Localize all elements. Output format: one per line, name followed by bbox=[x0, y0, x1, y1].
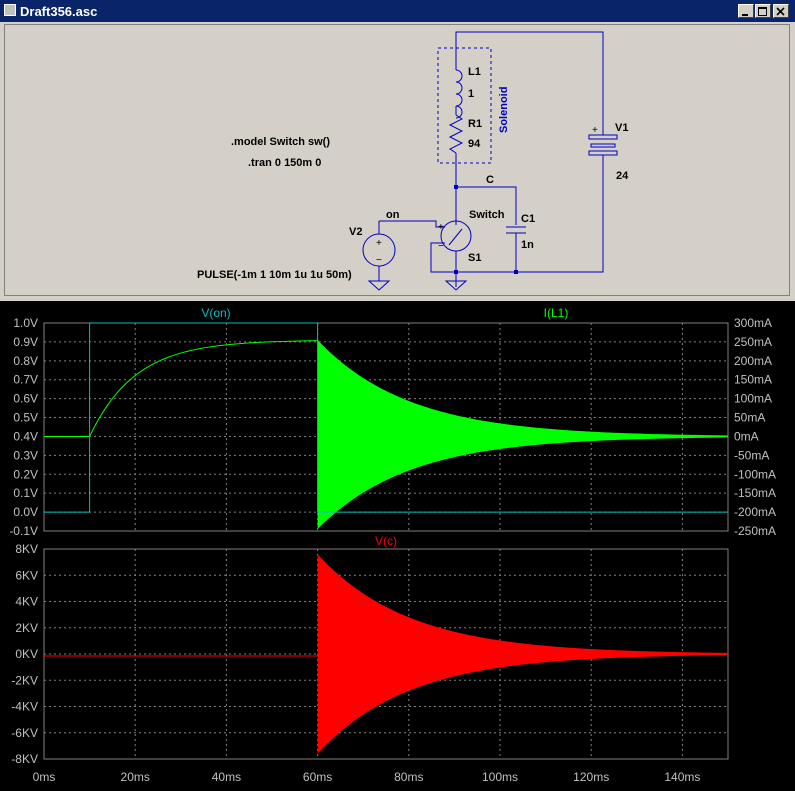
bottom-left-tick-label: -4KV bbox=[11, 700, 38, 714]
top-pane-right-axis: 300mA 250mA 200mA 150mA 100mA 50mA 0mA -50mA -10… bbox=[734, 316, 776, 538]
top-right-tick-label: -200mA bbox=[734, 505, 776, 519]
bottom-left-tick-label: 6KV bbox=[15, 568, 38, 582]
v1-value: 24 bbox=[616, 170, 629, 182]
top-left-tick-label: 0.1V bbox=[13, 486, 38, 500]
bottom-left-tick-label: 8KV bbox=[15, 542, 38, 556]
v-on-trace-label[interactable]: V(on) bbox=[201, 306, 230, 320]
top-left-tick-label: 0.9V bbox=[13, 335, 38, 349]
bottom-left-tick-label: 4KV bbox=[15, 595, 38, 609]
window-title: Draft356.asc bbox=[20, 4, 98, 19]
time-tick-label: 60ms bbox=[303, 770, 332, 784]
top-left-tick-label: 0.0V bbox=[13, 505, 38, 519]
time-tick-label: 140ms bbox=[664, 770, 700, 784]
top-right-tick-label: -100mA bbox=[734, 467, 776, 481]
top-pane-left-axis: 1.0V 0.9V 0.8V 0.7V 0.6V 0.5V 0.4V 0.3V 0.2V 0.1V… bbox=[9, 316, 38, 538]
battery-v1-plate-3[interactable] bbox=[588, 150, 618, 156]
top-right-tick-label: 50mA bbox=[734, 411, 765, 425]
junction-dot bbox=[454, 270, 458, 274]
trace-i-l1[interactable] bbox=[317, 340, 728, 530]
time-tick-label: 40ms bbox=[212, 770, 241, 784]
schematic-editor[interactable]: .model Switch sw() .tran 0 150m 0 + − + … bbox=[4, 24, 790, 296]
junction-dot bbox=[514, 270, 518, 274]
i-l1-trace-label[interactable]: I(L1) bbox=[544, 306, 569, 320]
trace-v-c[interactable] bbox=[317, 554, 728, 754]
s1-model: Switch bbox=[469, 209, 505, 221]
v2-minus-sign: − bbox=[376, 255, 382, 266]
bottom-left-tick-label: -6KV bbox=[11, 726, 38, 740]
c1-value: 1n bbox=[521, 239, 534, 251]
time-tick-label: 120ms bbox=[573, 770, 609, 784]
top-left-tick-label: 0.7V bbox=[13, 373, 38, 387]
ground-icon bbox=[367, 280, 391, 291]
top-right-tick-label: -250mA bbox=[734, 524, 776, 538]
switch-minus-sign: − bbox=[438, 241, 444, 252]
bottom-left-tick-label: -2KV bbox=[11, 673, 38, 687]
close-icon bbox=[776, 7, 785, 16]
top-left-tick-label: 1.0V bbox=[13, 316, 38, 330]
bottom-pane-left-axis: 8KV 6KV 4KV 2KV 0KV -2KV -4KV -6KV -8KV bbox=[11, 542, 38, 766]
wire-top[interactable] bbox=[455, 31, 604, 125]
l1-value: 1 bbox=[468, 88, 474, 100]
waveform-viewer[interactable]: 1.0V 0.9V 0.8V 0.7V 0.6V 0.5V 0.4V 0.3V 0.2V 0.1V… bbox=[0, 301, 795, 791]
bottom-left-tick-label: -8KV bbox=[11, 752, 38, 766]
v2-plus-sign: + bbox=[376, 238, 382, 249]
time-tick-label: 80ms bbox=[394, 770, 423, 784]
trace-i-l1-rise[interactable] bbox=[44, 340, 318, 437]
s1-name: S1 bbox=[468, 252, 481, 264]
v1-name: V1 bbox=[615, 122, 628, 134]
window-icon bbox=[4, 4, 16, 16]
minimize-icon bbox=[742, 14, 748, 16]
bottom-left-tick-label: 2KV bbox=[15, 621, 38, 635]
maximize-icon bbox=[758, 7, 767, 16]
top-left-tick-label: 0.5V bbox=[13, 411, 38, 425]
l1-name: L1 bbox=[468, 66, 481, 78]
top-left-tick-label: 0.3V bbox=[13, 448, 38, 462]
r1-value: 94 bbox=[468, 138, 481, 150]
net-label-c: C bbox=[486, 174, 494, 186]
top-right-tick-label: 150mA bbox=[734, 373, 772, 387]
top-right-tick-label: 250mA bbox=[734, 335, 772, 349]
top-left-tick-label: -0.1V bbox=[9, 524, 38, 538]
switch-s1-blade[interactable] bbox=[448, 228, 463, 246]
top-left-tick-label: 0.6V bbox=[13, 392, 38, 406]
time-axis: 0ms 20ms 40ms 60ms 80ms 100ms 120ms 140ms bbox=[33, 770, 701, 784]
v2-name: V2 bbox=[349, 226, 362, 238]
time-tick-label: 0ms bbox=[33, 770, 56, 784]
solenoid-group-box[interactable] bbox=[437, 47, 492, 164]
v2-value: PULSE(-1m 1 10m 1u 1u 50m) bbox=[197, 269, 352, 281]
top-right-tick-label: 200mA bbox=[734, 354, 772, 368]
r1-name: R1 bbox=[468, 118, 482, 130]
top-left-tick-label: 0.4V bbox=[13, 429, 38, 443]
top-left-tick-label: 0.2V bbox=[13, 467, 38, 481]
top-right-tick-label: -150mA bbox=[734, 486, 776, 500]
v1-plus-sign: + bbox=[592, 125, 598, 136]
top-right-tick-label: -50mA bbox=[734, 448, 769, 462]
time-tick-label: 100ms bbox=[482, 770, 518, 784]
time-tick-label: 20ms bbox=[121, 770, 150, 784]
bottom-left-tick-label: 0KV bbox=[15, 647, 38, 661]
top-left-tick-label: 0.8V bbox=[13, 354, 38, 368]
switch-plus-sign: + bbox=[438, 222, 444, 233]
top-right-tick-label: 100mA bbox=[734, 392, 772, 406]
junction-dot bbox=[454, 185, 458, 189]
close-button[interactable] bbox=[773, 4, 789, 18]
wire-net-on[interactable] bbox=[379, 220, 445, 228]
inductor-l1[interactable] bbox=[455, 69, 463, 119]
top-right-tick-label: 300mA bbox=[734, 316, 772, 330]
net-label-on: on bbox=[386, 209, 400, 221]
top-right-tick-label: 0mA bbox=[734, 429, 759, 443]
tran-directive[interactable]: .tran 0 150m 0 bbox=[248, 157, 321, 169]
minimize-button[interactable] bbox=[738, 4, 754, 18]
model-directive[interactable]: .model Switch sw() bbox=[231, 136, 330, 148]
c1-name: C1 bbox=[521, 213, 535, 225]
maximize-button[interactable] bbox=[755, 4, 771, 18]
battery-v1-plate-2[interactable] bbox=[590, 143, 616, 148]
resistor-r1[interactable] bbox=[448, 114, 464, 154]
v-c-trace-label[interactable]: V(c) bbox=[375, 534, 397, 548]
solenoid-label: Solenoid bbox=[498, 87, 510, 133]
window-title-bar: Draft356.asc bbox=[0, 0, 795, 22]
